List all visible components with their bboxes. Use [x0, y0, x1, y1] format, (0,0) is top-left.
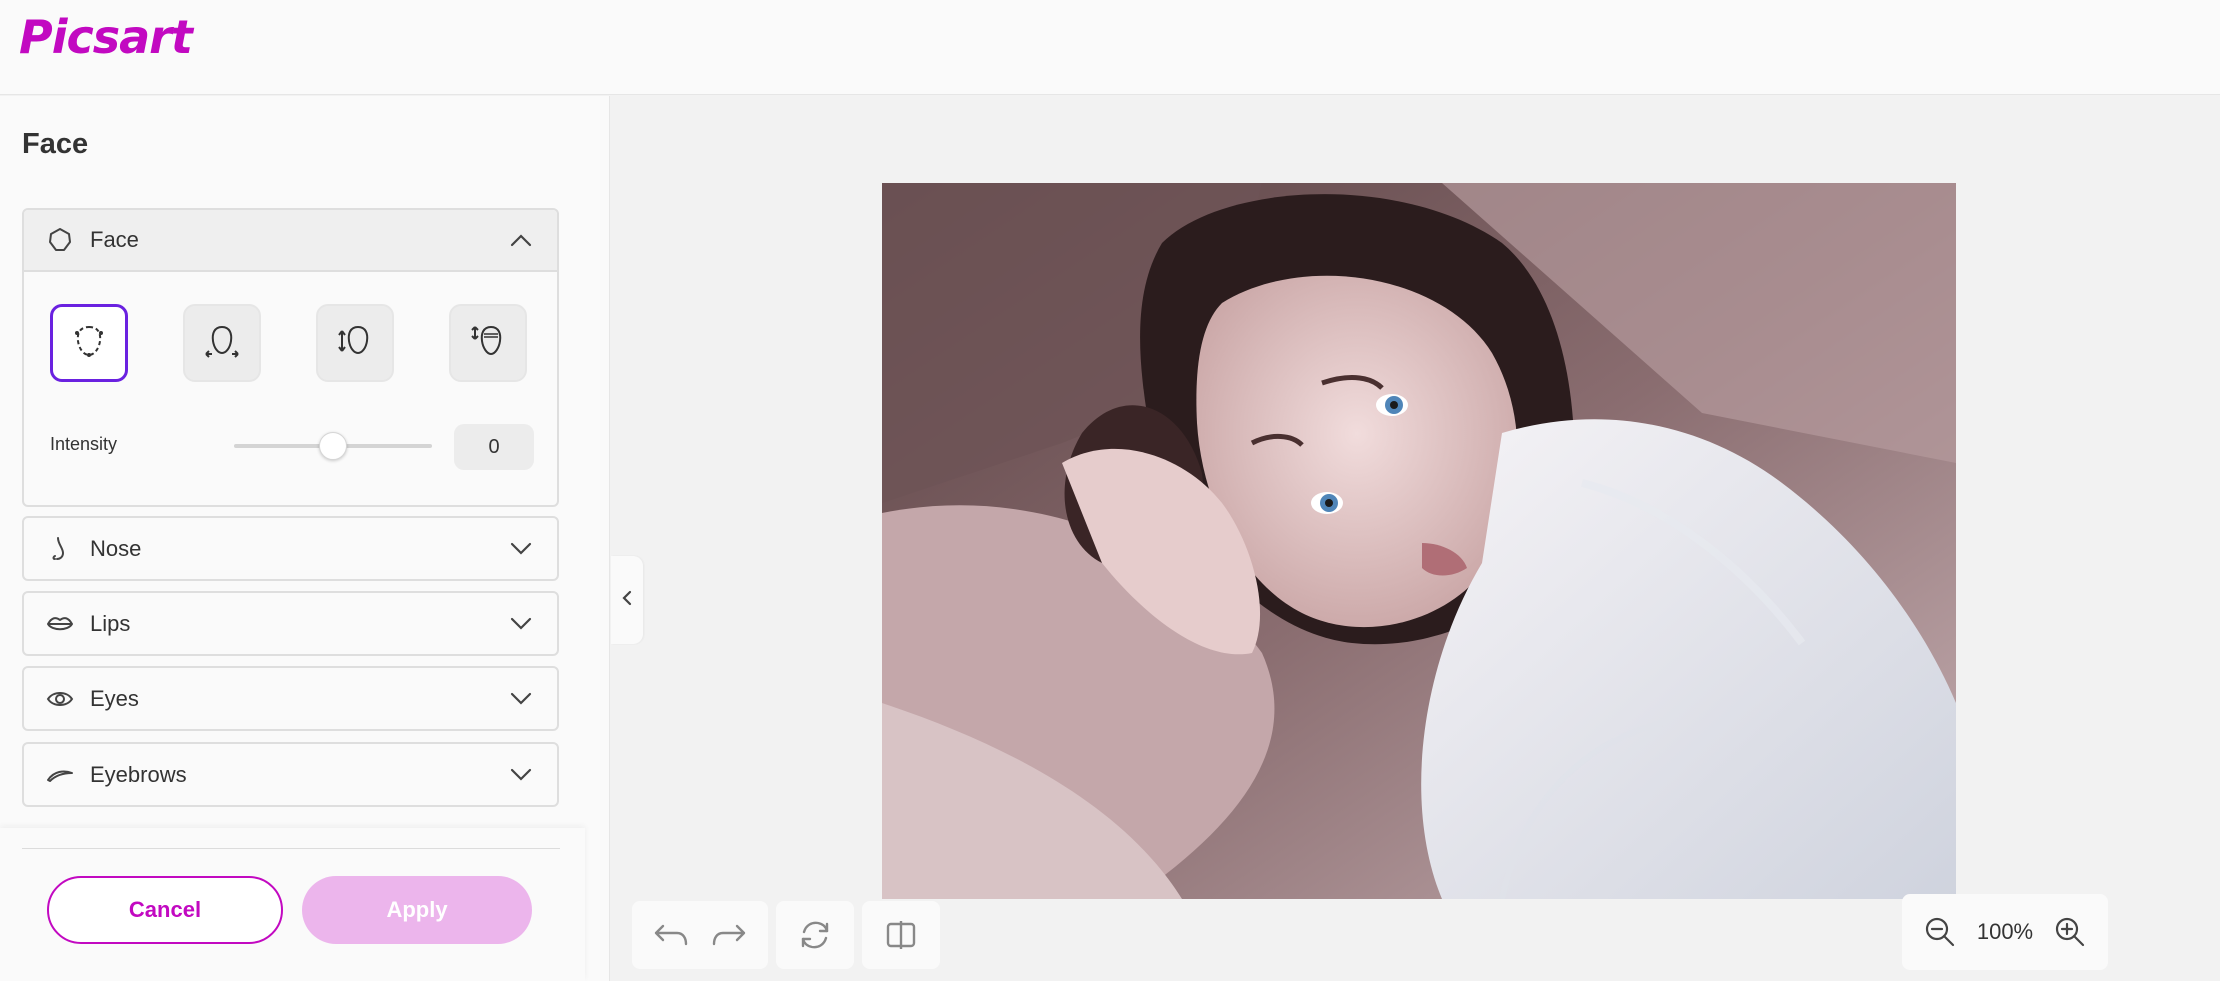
redo-icon[interactable]	[709, 915, 749, 955]
top-header: Picsart	[0, 0, 2220, 95]
action-panel: Cancel Apply	[0, 828, 585, 981]
section-face-header[interactable]: Face	[24, 210, 557, 272]
section-face-label: Face	[90, 227, 139, 252]
sidebar-title: Face	[22, 128, 89, 160]
forehead-tool[interactable]	[449, 304, 527, 382]
intensity-slider-thumb[interactable]	[319, 432, 347, 460]
face-height-tool[interactable]	[316, 304, 394, 382]
face-shape-tool[interactable]	[50, 304, 128, 382]
chevron-down-icon	[507, 761, 535, 789]
reset-icon[interactable]	[795, 915, 835, 955]
intensity-label: Intensity	[50, 434, 118, 454]
lips-icon	[46, 610, 74, 638]
section-lips[interactable]: Lips	[22, 591, 559, 656]
intensity-value-field[interactable]: 0	[454, 424, 534, 470]
collapse-sidebar-button[interactable]	[611, 556, 643, 644]
reset-toolbar	[776, 901, 854, 969]
compare-icon[interactable]	[881, 915, 921, 955]
compare-toolbar	[862, 901, 940, 969]
eye-icon	[46, 685, 74, 713]
intensity-slider[interactable]	[234, 432, 432, 460]
picsart-logo[interactable]: Picsart	[19, 10, 193, 64]
canvas-photo[interactable]	[882, 183, 1956, 899]
chevron-up-icon	[507, 226, 535, 254]
zoom-controls: 100%	[1902, 894, 2108, 970]
zoom-in-icon[interactable]	[2050, 912, 2090, 952]
forehead-icon	[468, 321, 508, 366]
chevron-down-icon	[507, 685, 535, 713]
face-width-tool[interactable]	[183, 304, 261, 382]
chevron-down-icon	[507, 610, 535, 638]
section-eyes[interactable]: Eyes	[22, 666, 559, 731]
face-outline-icon	[46, 226, 74, 254]
divider	[22, 848, 560, 849]
undo-icon[interactable]	[651, 915, 691, 955]
face-height-icon	[335, 321, 375, 366]
section-face: Face Intensity 0	[22, 208, 559, 507]
section-nose-header[interactable]: Nose	[24, 518, 557, 579]
section-eyebrows-label: Eyebrows	[90, 761, 187, 787]
history-toolbar	[632, 901, 768, 969]
section-eyes-header[interactable]: Eyes	[24, 668, 557, 729]
section-lips-label: Lips	[90, 610, 131, 636]
portrait-photo	[882, 183, 1956, 899]
eyebrow-icon	[46, 761, 74, 789]
section-nose-label: Nose	[90, 535, 142, 561]
face-width-icon	[202, 321, 242, 366]
cancel-button[interactable]: Cancel	[47, 876, 283, 944]
section-lips-header[interactable]: Lips	[24, 593, 557, 654]
chevron-left-icon	[622, 590, 632, 611]
zoom-level: 100%	[1976, 919, 2034, 944]
section-eyes-label: Eyes	[90, 685, 139, 711]
chevron-down-icon	[507, 535, 535, 563]
nose-icon	[46, 535, 74, 563]
face-shape-icon	[69, 321, 109, 366]
zoom-out-icon[interactable]	[1920, 912, 1960, 952]
section-face-body: Intensity 0	[24, 272, 557, 505]
apply-button[interactable]: Apply	[302, 876, 532, 944]
section-eyebrows[interactable]: Eyebrows	[22, 742, 559, 807]
section-nose[interactable]: Nose	[22, 516, 559, 581]
section-eyebrows-header[interactable]: Eyebrows	[24, 744, 557, 805]
